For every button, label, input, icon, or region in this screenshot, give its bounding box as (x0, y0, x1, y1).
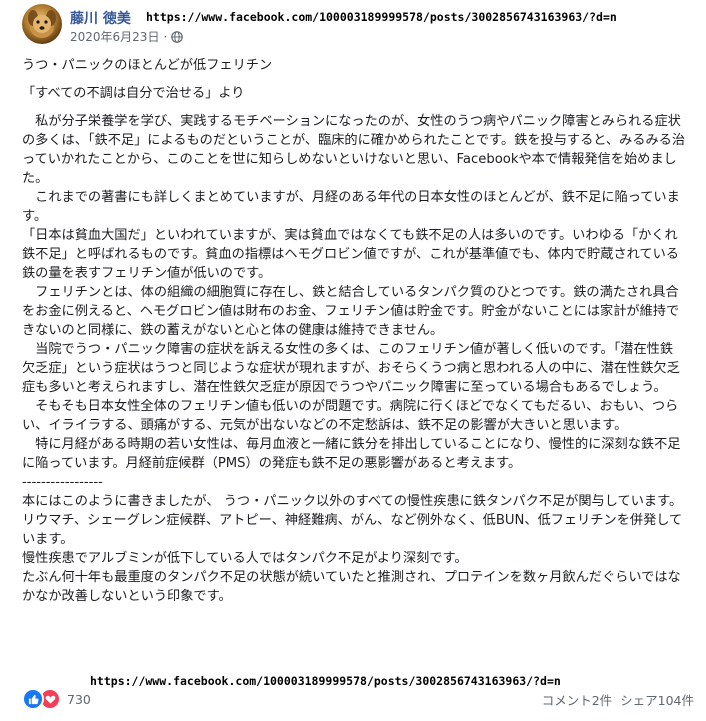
dog-avatar-image (28, 10, 56, 38)
post-date[interactable]: 2020年6月23日 (70, 28, 159, 45)
post-source: 「すべての不調は自分で治せる」より (22, 86, 245, 101)
post-title: うつ・パニックのほとんどが低フェリチン (22, 58, 273, 73)
like-icon (22, 688, 44, 710)
author-name[interactable]: 藤川 徳美 (70, 8, 131, 28)
post-body: うつ・パニックのほとんどが低フェリチン 「すべての不調は自分で治せる」より 私が… (22, 56, 686, 606)
reaction-count: 730 (67, 691, 91, 707)
post-meta: 2020年6月23日 · (70, 28, 184, 45)
facebook-post: 藤川 徳美 https://www.facebook.com/100003189… (0, 0, 706, 721)
globe-icon (171, 30, 184, 43)
post-header: 藤川 徳美 https://www.facebook.com/100003189… (22, 4, 700, 50)
post-footer: 730 https://www.facebook.com/10000318999… (22, 674, 694, 712)
post-text: 私が分子栄養学を学び、実践するモチベーションになったのが、女性のうつ病やパニック… (22, 114, 686, 604)
post-url-bottom: https://www.facebook.com/100003189999578… (90, 674, 561, 688)
avatar[interactable] (22, 4, 62, 44)
comment-count[interactable]: コメント2件 (542, 690, 612, 709)
share-count[interactable]: シェア104件 (620, 690, 694, 709)
engagement-stats: コメント2件 シェア104件 (542, 690, 694, 709)
reactions-summary[interactable]: 730 (22, 688, 91, 710)
post-url-top: https://www.facebook.com/100003189999578… (146, 10, 617, 24)
